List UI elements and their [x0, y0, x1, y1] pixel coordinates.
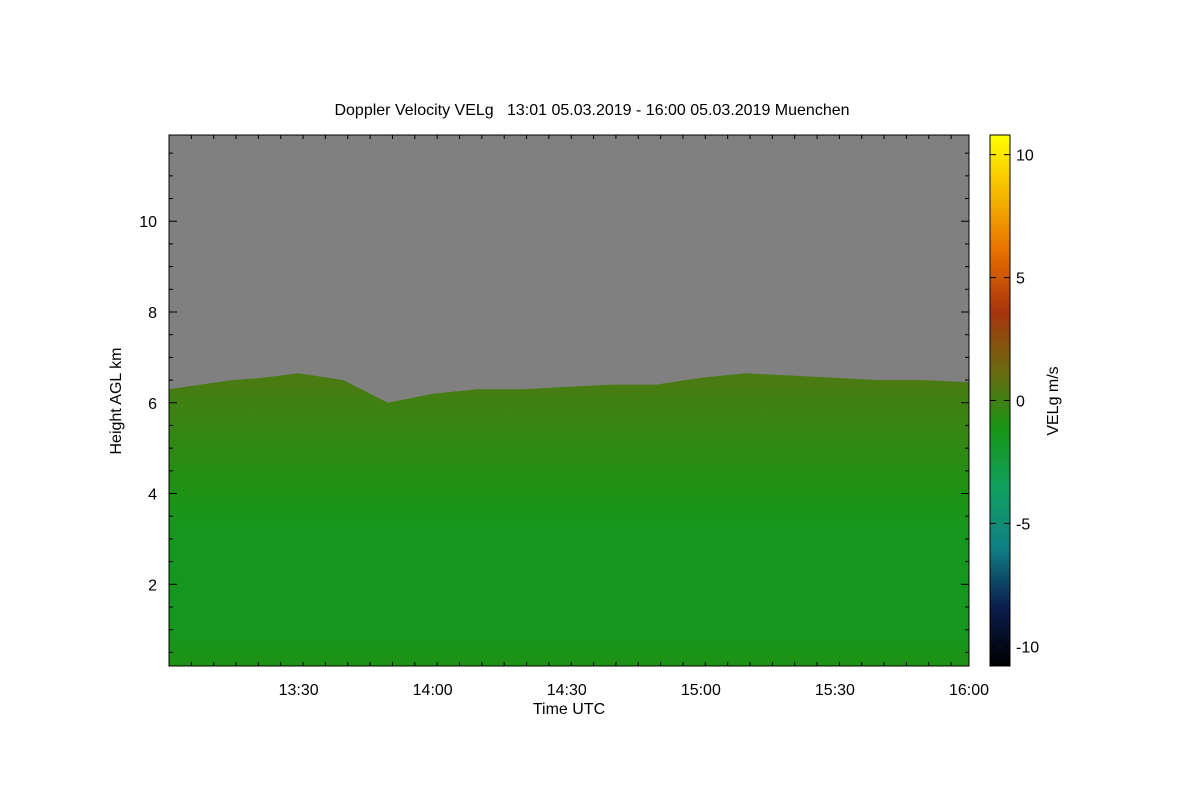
x-axis-label: Time UTC: [533, 701, 605, 718]
y-axis-label: Height AGL km: [108, 347, 125, 454]
colorbar-tick-label: 5: [1016, 271, 1025, 288]
y-tick-label: 4: [148, 487, 157, 504]
x-tick-label: 16:00: [949, 682, 989, 699]
y-tick-label: 8: [148, 305, 157, 322]
y-tick-label: 2: [148, 577, 157, 594]
x-tick-label: 14:30: [547, 682, 587, 699]
colorbar-tick-label: 10: [1016, 148, 1034, 165]
colorbar-label: VELg m/s: [1045, 366, 1062, 435]
x-tick-label: 13:30: [279, 682, 319, 699]
colorbar-tick-label: 0: [1016, 394, 1025, 411]
y-tick-label: 6: [148, 396, 157, 413]
colorbar-tick-label: -10: [1016, 639, 1039, 656]
colorbar-tick-label: -5: [1016, 516, 1030, 533]
y-tick-label: 10: [139, 214, 157, 231]
doppler-velocity-chart: Doppler Velocity VELg 13:01 05.03.2019 -…: [108, 102, 1062, 718]
colorbar: 10 5 0 -5 -10 VELg m/s: [989, 134, 1062, 667]
x-tick-label: 15:00: [681, 682, 721, 699]
plot-area: 13:30 14:00 14:30 15:00 15:30 16:00 2 4 6 8 10: [139, 134, 989, 699]
x-tick-label: 15:30: [815, 682, 855, 699]
chart-title: Doppler Velocity VELg 13:01 05.03.2019 -…: [334, 102, 849, 119]
cloud-echo-area: [169, 373, 969, 666]
x-tick-label: 14:00: [413, 682, 453, 699]
